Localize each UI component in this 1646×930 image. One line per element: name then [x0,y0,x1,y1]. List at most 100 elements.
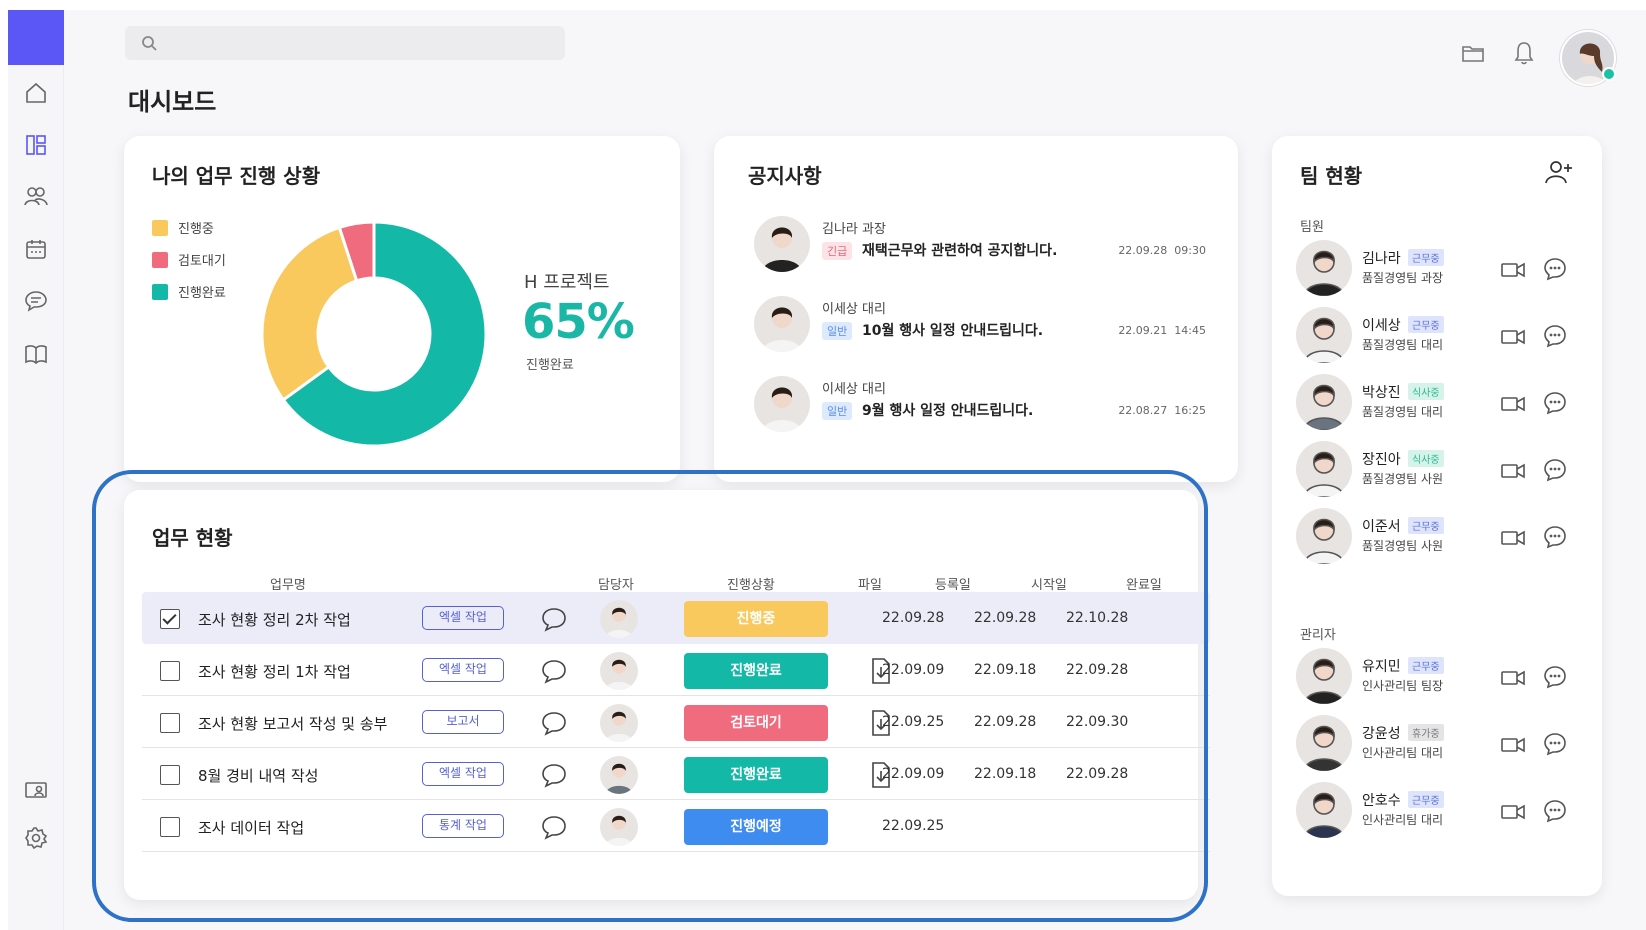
home-icon[interactable] [23,80,49,106]
member-department: 인사관리팀 대리 [1362,813,1444,827]
video-call-icon[interactable] [1500,802,1526,822]
message-icon[interactable] [1542,323,1568,349]
member-name: 강윤성 [1362,726,1401,742]
video-call-icon[interactable] [1500,668,1526,688]
member-status-badge: 근무중 [1408,249,1444,266]
progress-card: 나의 업무 진행 상황 진행중 검토대기 진행완료 H 프로젝트 65% 진행완… [124,136,680,482]
message-icon[interactable] [1542,524,1568,550]
notice-item[interactable]: 이세상 대리 일반 10월 행사 일정 안내드립니다. 22.09.21 14:… [754,296,1206,366]
video-call-icon[interactable] [1500,394,1526,414]
notices-card: 공지사항 김나라 과장 긴급 재택근무와 관련하여 공지합니다. 22.09.2… [714,136,1238,482]
avatar [754,296,810,352]
project-percent: 65% [522,294,635,350]
bell-icon[interactable] [1511,40,1537,66]
team-member[interactable]: 김나라 근무중품질경영팀 과장 [1296,240,1576,304]
member-name: 안호수 [1362,793,1401,809]
message-icon[interactable] [1542,256,1568,282]
notice-message: 9월 행사 일정 안내드립니다. [862,403,1034,419]
message-icon[interactable] [1542,731,1568,757]
team-member[interactable]: 박상진 식사중품질경영팀 대리 [1296,374,1576,438]
video-call-icon[interactable] [1500,260,1526,280]
calendar-icon[interactable] [23,236,49,262]
member-status-badge: 근무중 [1408,517,1444,534]
notice-item[interactable]: 이세상 대리 일반 9월 행사 일정 안내드립니다. 22.08.27 16:2… [754,376,1206,446]
donut-chart [260,220,488,448]
video-call-icon[interactable] [1500,735,1526,755]
member-department: 품질경영팀 대리 [1362,405,1444,419]
notice-author: 김나라 과장 [822,222,886,237]
avatar [1296,441,1352,497]
avatar [1296,715,1352,771]
avatar [1296,240,1352,296]
notice-timestamp: 22.09.28 09:30 [1118,244,1206,257]
notices-title: 공지사항 [748,164,822,188]
member-status-badge: 식사중 [1408,383,1444,400]
notice-item[interactable]: 김나라 과장 긴급 재택근무와 관련하여 공지합니다. 22.09.28 09:… [754,216,1206,286]
avatar [1296,648,1352,704]
member-status-badge: 휴가중 [1408,724,1444,741]
team-card: 팀 현황 팀원 김나라 근무중 품질경영팀 과장 이세상 근무중 품질경영팀 대리 박상진 식… [1272,136,1602,896]
team-icon[interactable] [23,183,49,209]
settings-icon[interactable] [23,825,49,851]
avatar [1296,374,1352,430]
member-name: 박상진 [1362,385,1401,401]
search-icon [142,36,157,51]
notice-author: 이세상 대리 [822,382,886,397]
members-section-label: 팀원 [1300,220,1324,235]
legend-item: 진행완료 [152,282,226,301]
highlight-frame [92,470,1208,922]
legend-label: 진행완료 [178,286,226,301]
message-icon[interactable] [1542,457,1568,483]
sidebar [8,10,64,930]
legend-item: 진행중 [152,218,214,237]
team-member[interactable]: 안호수 근무중인사관리팀 대리 [1296,782,1576,846]
notice-tag: 일반 [822,402,853,420]
chat-icon[interactable] [23,288,49,314]
avatar [754,376,810,432]
member-name: 이준서 [1362,519,1401,535]
message-icon[interactable] [1542,390,1568,416]
message-icon[interactable] [1542,798,1568,824]
book-icon[interactable] [23,341,49,367]
member-department: 품질경영팀 사원 [1362,472,1444,486]
notice-tag: 일반 [822,322,853,340]
dashboard-icon[interactable] [23,132,49,158]
notice-author: 이세상 대리 [822,302,886,317]
team-member[interactable]: 장진아 식사중 품질경영팀 사원 [1296,441,1576,505]
video-call-icon[interactable] [1500,528,1526,548]
team-member[interactable]: 유지민 근무중인사관리팀 팀장 [1296,648,1576,712]
team-member[interactable]: 강윤성 휴가중 인사관리팀 대리 [1296,715,1576,779]
member-name: 김나라 [1362,251,1401,267]
legend-swatch [152,219,168,236]
notice-tag: 긴급 [822,242,853,260]
member-status-badge: 근무중 [1408,791,1444,808]
avatar [1296,508,1352,564]
progress-title: 나의 업무 진행 상황 [152,164,321,188]
member-department: 인사관리팀 팀장 [1362,679,1444,693]
team-title: 팀 현황 [1300,164,1363,188]
app-logo[interactable] [8,10,64,65]
legend-label: 진행중 [178,222,214,237]
member-name: 장진아 [1362,452,1401,468]
project-percent-label: 진행완료 [526,358,574,373]
avatar [1296,307,1352,363]
member-name: 유지민 [1362,659,1401,675]
legend-swatch [152,283,168,300]
member-department: 품질경영팀 과장 [1362,271,1444,285]
video-call-icon[interactable] [1500,461,1526,481]
add-user-icon[interactable] [1544,158,1574,186]
folder-icon[interactable] [1460,40,1486,66]
message-icon[interactable] [1542,664,1568,690]
avatar [754,216,810,272]
legend-label: 검토대기 [178,254,226,269]
managers-section-label: 관리자 [1300,628,1336,643]
member-status-badge: 근무중 [1408,657,1444,674]
notice-timestamp: 22.09.21 14:45 [1118,324,1206,337]
monitor-user-icon[interactable] [23,778,49,804]
search-input[interactable] [125,26,565,60]
member-status-badge: 근무중 [1408,316,1444,333]
video-call-icon[interactable] [1500,327,1526,347]
team-member[interactable]: 이준서 근무중 품질경영팀 사원 [1296,508,1576,572]
team-member[interactable]: 이세상 근무중 품질경영팀 대리 [1296,307,1576,371]
legend-swatch [152,251,168,268]
